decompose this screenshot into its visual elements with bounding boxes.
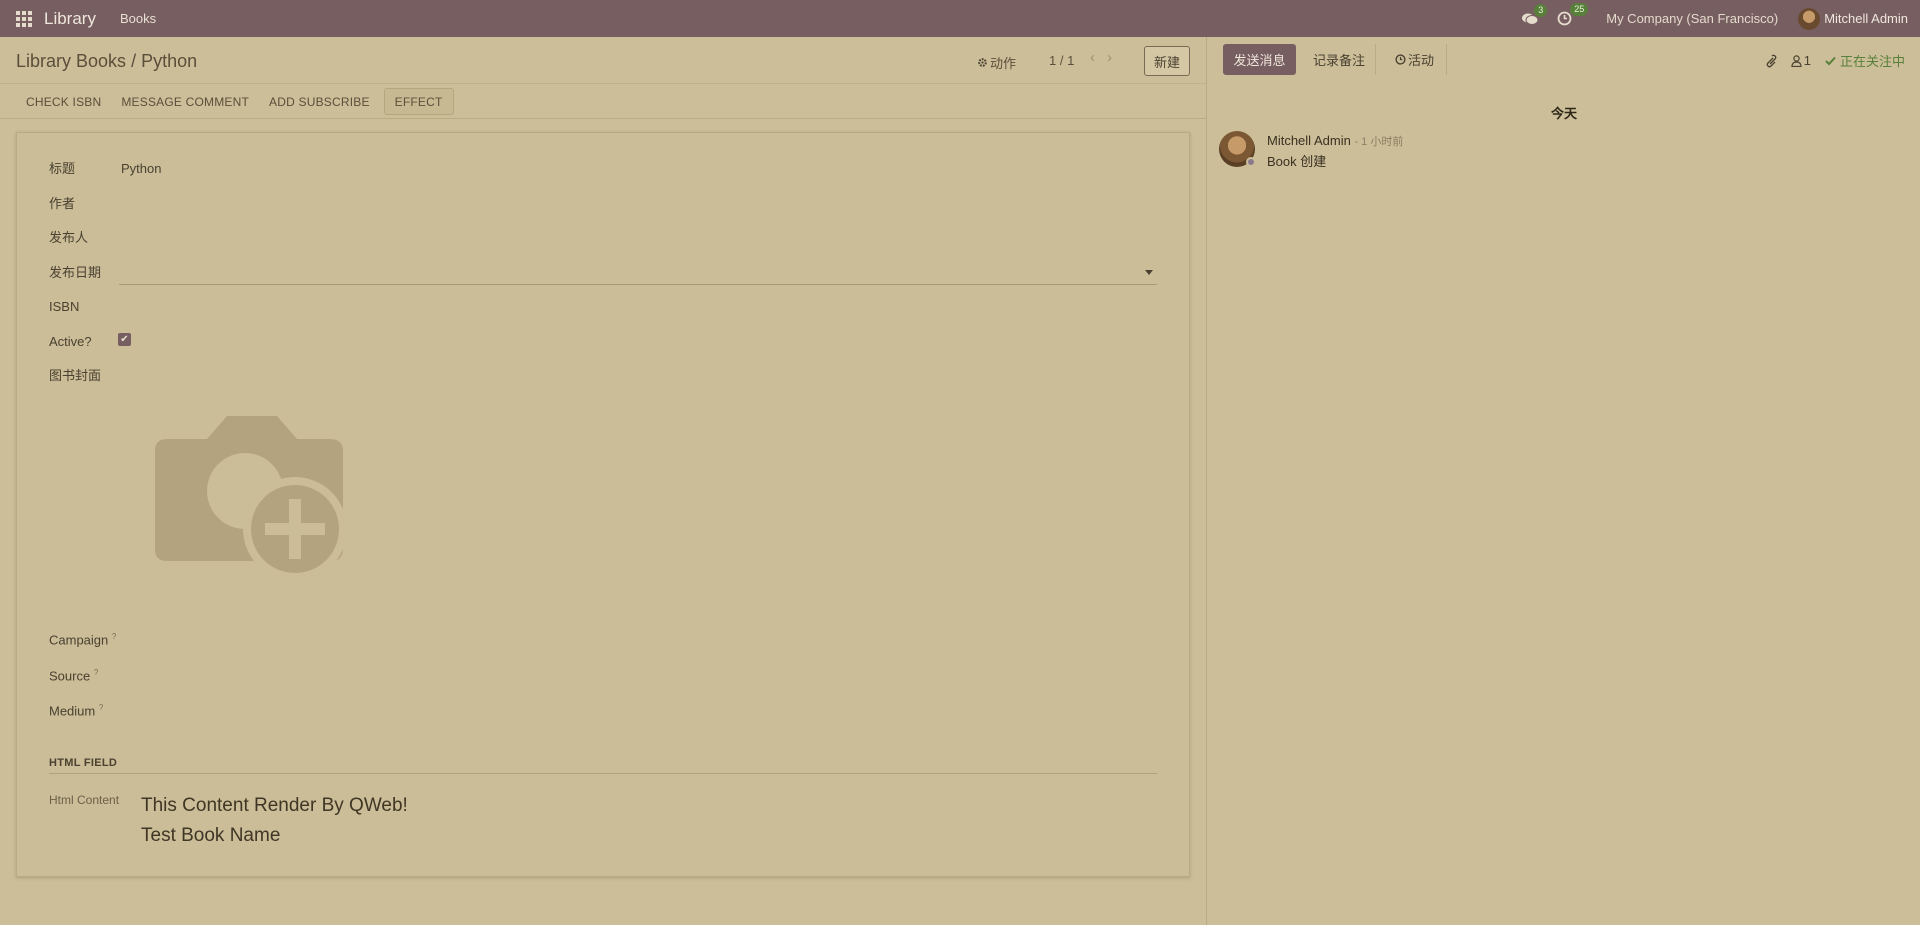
- publisher-label: 发布人: [49, 230, 89, 245]
- schedule-activity-button[interactable]: 活动: [1383, 44, 1448, 75]
- user-menu[interactable]: Mitchell Admin: [1798, 7, 1908, 30]
- following-button[interactable]: 正在关注中: [1825, 51, 1905, 70]
- title-label: 标题: [49, 161, 76, 176]
- message-header: Mitchell Admin - 1 小时前: [1267, 133, 1403, 149]
- user-icon: [1791, 54, 1802, 67]
- release-date-label: 发布日期: [49, 265, 102, 280]
- form-header-buttons: CHECK ISBN MESSAGE COMMENT ADD SUBSCRIBE…: [16, 88, 454, 115]
- followers-button[interactable]: 1: [1791, 53, 1811, 68]
- medium-label: Medium ?: [49, 703, 104, 719]
- camera-add-icon[interactable]: [145, 411, 345, 586]
- activity-menu[interactable]: 25: [1557, 3, 1589, 26]
- help-icon[interactable]: ?: [112, 632, 116, 641]
- user-name: Mitchell Admin: [1824, 11, 1908, 26]
- message-comment-button[interactable]: MESSAGE COMMENT: [111, 88, 259, 115]
- html-field-section-title: HTML FIELD: [49, 757, 118, 769]
- release-date-field[interactable]: [119, 284, 1157, 285]
- chatter-topbar: 发送消息 记录备注 活动 1 正在关注中: [1207, 37, 1920, 81]
- user-avatar: [1798, 7, 1821, 30]
- active-label: Active?: [49, 334, 92, 349]
- help-icon[interactable]: ?: [99, 703, 103, 712]
- effect-button[interactable]: EFFECT: [383, 88, 454, 115]
- active-checkbox[interactable]: ✔: [118, 333, 131, 346]
- author-label: 作者: [49, 196, 76, 211]
- apps-menu-icon[interactable]: [16, 10, 32, 27]
- actions-dropdown[interactable]: 动作: [977, 53, 1016, 72]
- followers-count: 1: [1803, 53, 1811, 68]
- html-content-line: Test Book Name: [141, 825, 281, 846]
- message-author-name[interactable]: Mitchell Admin: [1267, 133, 1351, 148]
- cover-label: 图书封面: [49, 368, 102, 383]
- messaging-menu[interactable]: 3: [1521, 3, 1548, 26]
- presence-status-icon: [1246, 157, 1256, 167]
- breadcrumb-current: Python: [141, 51, 198, 71]
- company-switcher[interactable]: My Company (San Francisco): [1606, 11, 1778, 26]
- activities-badge: 25: [1570, 3, 1589, 16]
- add-subscribe-button[interactable]: ADD SUBSCRIBE: [259, 88, 380, 115]
- help-icon[interactable]: ?: [94, 668, 98, 677]
- html-content-label: Html Content: [49, 793, 120, 807]
- clock-icon: [1557, 11, 1572, 26]
- message-timestamp: - 1 小时前: [1354, 136, 1404, 148]
- activity-label: 活动: [1408, 53, 1435, 68]
- pager-value[interactable]: 1 / 1: [1049, 53, 1074, 68]
- send-message-button[interactable]: 发送消息: [1223, 44, 1296, 75]
- chatter-panel: 发送消息 记录备注 活动 1 正在关注中 今天 Mitchell Admin -…: [1206, 37, 1920, 925]
- caret-down-icon[interactable]: [1145, 270, 1153, 275]
- app-brand[interactable]: Library: [44, 9, 96, 29]
- menu-books[interactable]: Books: [120, 11, 156, 26]
- gear-icon: [978, 58, 987, 67]
- section-divider: [49, 773, 1157, 774]
- actions-label: 动作: [990, 56, 1017, 71]
- breadcrumb-parent[interactable]: Library Books: [16, 51, 126, 71]
- html-content-line: This Content Render By QWeb!: [141, 795, 408, 816]
- date-separator: 今天: [1550, 106, 1577, 121]
- clock-icon: [1395, 54, 1406, 65]
- html-content-field: This Content Render By QWeb! Test Book N…: [141, 791, 408, 851]
- top-navbar: Library Books 3 25 My Company (San Franc…: [0, 0, 1920, 37]
- following-label: 正在关注中: [1839, 54, 1905, 69]
- pager-next-icon[interactable]: ›: [1107, 49, 1112, 66]
- isbn-label: ISBN: [49, 299, 80, 314]
- control-panel-divider: [0, 83, 1206, 84]
- pager-previous-icon[interactable]: ‹: [1090, 49, 1095, 66]
- breadcrumb-separator: /: [131, 51, 137, 71]
- new-record-button[interactable]: 新建: [1144, 46, 1190, 76]
- message-body: Book 创建: [1267, 154, 1327, 169]
- source-label: Source ?: [49, 668, 99, 684]
- form-sheet: 标题 Python 作者 发布人 发布日期 ISBN Active? ✔ 图书封…: [16, 132, 1190, 877]
- title-field[interactable]: Python: [121, 161, 161, 176]
- messages-badge: 3: [1534, 3, 1548, 17]
- campaign-label: Campaign ?: [49, 632, 117, 648]
- check-isbn-button[interactable]: CHECK ISBN: [16, 88, 111, 115]
- control-panel: Library Books / Python 动作 1 / 1 ‹ › 新建 C…: [0, 37, 1206, 119]
- log-note-button[interactable]: 记录备注: [1303, 44, 1377, 75]
- paperclip-icon[interactable]: [1765, 54, 1777, 68]
- breadcrumb: Library Books / Python: [16, 51, 197, 72]
- check-icon: [1825, 56, 1836, 65]
